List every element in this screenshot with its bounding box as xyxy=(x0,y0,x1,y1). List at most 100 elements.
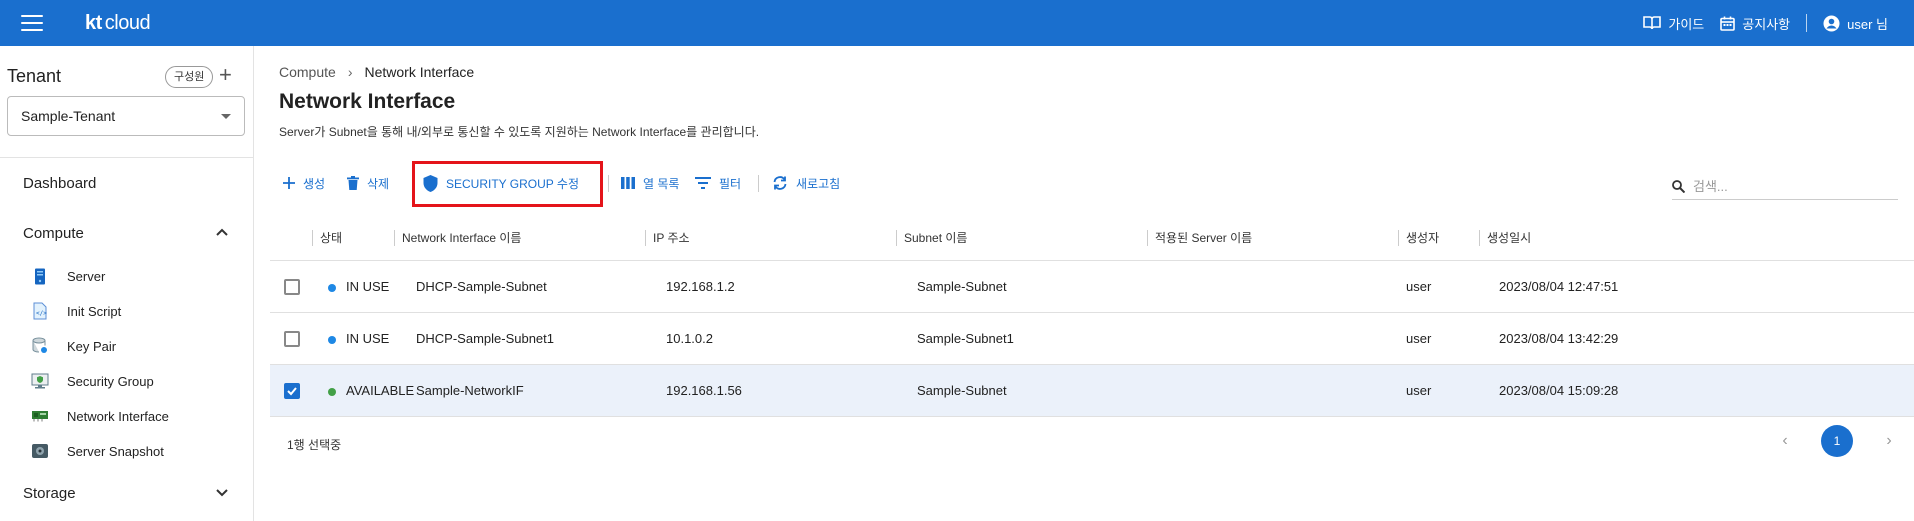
status-text: AVAILABLE xyxy=(346,383,415,398)
network-interface-icon xyxy=(30,407,50,425)
sidebar-divider xyxy=(0,157,253,158)
interface-name: DHCP-Sample-Subnet1 xyxy=(416,331,555,346)
column-header-server[interactable]: 적용된 Server 이름 xyxy=(1147,230,1252,246)
create-button[interactable]: 생성 xyxy=(283,166,325,200)
table-row[interactable]: IN USE DHCP-Sample-Subnet 192.168.1.2 Sa… xyxy=(270,261,1914,313)
table-header: 상태 Network Interface 이름 IP 주소 Subnet 이름 … xyxy=(270,216,1914,261)
page-title: Network Interface xyxy=(279,90,456,113)
filter-icon xyxy=(695,177,711,189)
ip-address: 192.168.1.2 xyxy=(666,279,735,294)
toolbar-divider xyxy=(758,175,759,192)
book-icon xyxy=(1643,16,1662,30)
column-header-subnet[interactable]: Subnet 이름 xyxy=(896,230,967,246)
sidebar-item-server[interactable]: Server xyxy=(30,266,105,286)
plus-icon xyxy=(283,177,295,189)
member-chip-button[interactable]: 구성원 xyxy=(165,66,214,88)
calendar-icon xyxy=(1720,16,1736,31)
breadcrumb-compute[interactable]: Compute xyxy=(279,64,336,80)
interface-name: Sample-NetworkIF xyxy=(416,383,524,398)
creator: user xyxy=(1406,279,1432,294)
search-input[interactable] xyxy=(1693,179,1873,194)
notice-link[interactable]: 공지사항 xyxy=(1720,14,1790,33)
key-pair-icon xyxy=(30,337,50,355)
column-header-creator[interactable]: 생성자 xyxy=(1398,230,1439,246)
network-interface-table: 상태 Network Interface 이름 IP 주소 Subnet 이름 … xyxy=(270,216,1914,417)
column-header-name[interactable]: Network Interface 이름 xyxy=(394,230,521,246)
svg-text:</>: </> xyxy=(36,310,47,317)
prev-page-icon[interactable]: ‹ xyxy=(1775,432,1795,450)
server-icon xyxy=(30,267,50,285)
refresh-icon xyxy=(773,176,787,190)
main-content: Compute › Network Interface Network Inte… xyxy=(255,46,1914,521)
breadcrumb-separator-icon: › xyxy=(347,64,353,80)
column-header-status[interactable]: 상태 xyxy=(312,230,342,246)
created-at: 2023/08/04 13:42:29 xyxy=(1499,331,1619,346)
chevron-up-icon[interactable] xyxy=(216,228,228,236)
security-group-icon xyxy=(30,372,50,390)
status-dot xyxy=(328,284,336,292)
page-description: Server가 Subnet을 통해 내/외부로 통신할 수 있도록 지원하는 … xyxy=(279,125,760,139)
breadcrumb-current: Network Interface xyxy=(364,64,475,80)
breadcrumb: Compute › Network Interface xyxy=(279,64,474,80)
status-dot xyxy=(328,388,336,396)
filter-button[interactable]: 필터 xyxy=(695,166,741,200)
column-header-ip[interactable]: IP 주소 xyxy=(645,230,690,246)
sidebar: Tenant 구성원 + Sample-Tenant Dashboard Com… xyxy=(0,46,254,521)
nav-dashboard[interactable]: Dashboard xyxy=(23,175,96,192)
dropdown-caret-icon xyxy=(221,114,231,119)
table-row[interactable]: IN USE DHCP-Sample-Subnet1 10.1.0.2 Samp… xyxy=(270,313,1914,365)
creator: user xyxy=(1406,383,1432,398)
row-checkbox-checked[interactable] xyxy=(284,383,300,399)
tenant-select[interactable]: Sample-Tenant xyxy=(7,96,245,136)
columns-icon xyxy=(621,177,635,189)
subnet-name: Sample-Subnet xyxy=(917,383,1007,398)
next-page-icon[interactable]: › xyxy=(1879,432,1899,450)
sidebar-item-security-group[interactable]: Security Group xyxy=(30,371,154,391)
add-tenant-icon[interactable]: + xyxy=(219,64,232,86)
nav-storage[interactable]: Storage xyxy=(23,485,76,502)
checkmark-icon xyxy=(287,387,297,396)
ip-address: 10.1.0.2 xyxy=(666,331,713,346)
search-box[interactable] xyxy=(1672,174,1898,200)
subnet-name: Sample-Subnet xyxy=(917,279,1007,294)
account-icon xyxy=(1823,15,1840,31)
search-icon xyxy=(1672,180,1685,193)
row-checkbox[interactable] xyxy=(284,331,300,347)
created-at: 2023/08/04 12:47:51 xyxy=(1499,279,1619,294)
refresh-button[interactable]: 새로고침 xyxy=(772,166,840,200)
init-script-icon: </> xyxy=(30,302,50,320)
header-divider xyxy=(1806,14,1808,32)
table-row-selected[interactable]: AVAILABLE Sample-NetworkIF 192.168.1.56 … xyxy=(270,365,1914,417)
ip-address: 192.168.1.56 xyxy=(666,383,742,398)
page-button-current[interactable]: 1 xyxy=(1821,425,1853,457)
nav-compute[interactable]: Compute xyxy=(23,225,84,242)
server-snapshot-icon xyxy=(30,442,50,460)
hamburger-menu-icon[interactable] xyxy=(21,15,43,31)
status-text: IN USE xyxy=(346,279,390,294)
trash-icon xyxy=(347,176,359,190)
tenant-title: Tenant xyxy=(7,66,62,86)
column-header-created[interactable]: 생성일시 xyxy=(1479,230,1531,246)
chevron-down-icon[interactable] xyxy=(216,489,228,497)
created-at: 2023/08/04 15:09:28 xyxy=(1499,383,1619,398)
creator: user xyxy=(1406,331,1432,346)
column-list-button[interactable]: 열 목록 xyxy=(621,166,679,200)
sidebar-item-network-interface[interactable]: Network Interface xyxy=(30,406,169,426)
sidebar-item-key-pair[interactable]: Key Pair xyxy=(30,336,116,356)
pagination: ‹ 1 › xyxy=(1775,425,1899,457)
status-text: IN USE xyxy=(346,331,390,346)
user-menu[interactable]: user 님 xyxy=(1823,14,1888,33)
row-checkbox[interactable] xyxy=(284,279,300,295)
kt-cloud-logo[interactable]: kt cloud xyxy=(85,12,151,35)
status-dot xyxy=(328,336,336,344)
sidebar-item-server-snapshot[interactable]: Server Snapshot xyxy=(30,441,164,461)
sidebar-item-init-script[interactable]: </> Init Script xyxy=(30,301,121,321)
delete-button[interactable]: 삭제 xyxy=(347,166,389,200)
guide-link[interactable]: 가이드 xyxy=(1643,14,1704,33)
subnet-name: Sample-Subnet1 xyxy=(917,331,1014,346)
interface-name: DHCP-Sample-Subnet xyxy=(416,279,547,294)
toolbar-divider xyxy=(608,175,609,192)
selection-count: 1행 선택중 xyxy=(287,438,342,452)
top-bar: kt cloud 가이드 공지사항 user 님 xyxy=(0,0,1914,46)
highlight-annotation xyxy=(412,161,603,207)
